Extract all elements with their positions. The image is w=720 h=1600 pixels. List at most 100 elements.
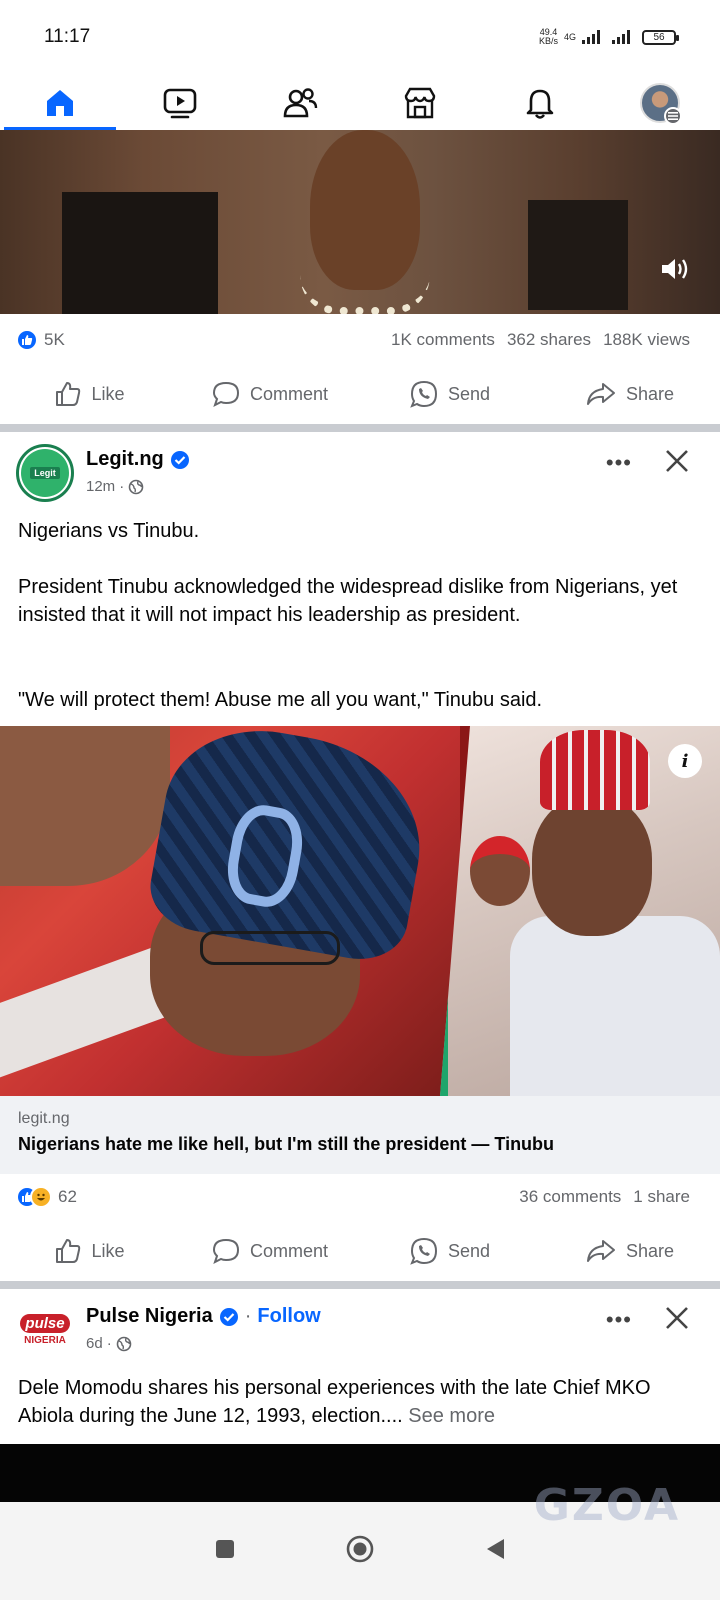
post-header: Legit Legit.ng 12m · ••• xyxy=(0,432,720,512)
back-button[interactable] xyxy=(484,1537,506,1566)
info-icon: i xyxy=(681,750,689,772)
video-player[interactable] xyxy=(0,130,720,314)
home-button[interactable] xyxy=(346,1535,374,1568)
status-time: 11:17 xyxy=(44,26,91,47)
post-action-row: Like Comment Send Share xyxy=(0,1223,720,1279)
tab-marketplace[interactable] xyxy=(360,76,480,130)
page-avatar[interactable]: pulse NIGERIA xyxy=(16,1301,74,1359)
like-button[interactable]: Like xyxy=(0,366,180,422)
send-button[interactable]: Send xyxy=(360,1223,540,1279)
follow-separator: · xyxy=(244,1305,252,1327)
reactions-count[interactable]: 62 xyxy=(58,1187,77,1207)
shares-count[interactable]: 1 share xyxy=(633,1187,690,1207)
comment-icon xyxy=(212,381,239,407)
post-separator xyxy=(0,1281,720,1289)
more-options-button[interactable]: ••• xyxy=(606,450,632,476)
post-body: Dele Momodu shares his personal experien… xyxy=(18,1377,651,1427)
avatar-logo-subtext: NIGERIA xyxy=(24,1335,66,1346)
profile-avatar xyxy=(640,83,682,125)
comments-count[interactable]: 1K comments xyxy=(391,330,495,350)
post-header: pulse NIGERIA Pulse Nigeria · Follow 6d … xyxy=(0,1289,720,1369)
post-time[interactable]: 6d xyxy=(86,1335,103,1352)
top-nav xyxy=(0,76,720,130)
haha-reaction-icon xyxy=(30,1186,52,1208)
home-icon xyxy=(47,90,73,116)
share-icon xyxy=(586,1240,615,1262)
page-name[interactable]: Legit.ng xyxy=(86,448,164,471)
link-preview-meta[interactable]: legit.ng Nigerians hate me like hell, bu… xyxy=(0,1096,720,1174)
hide-post-button[interactable] xyxy=(660,1301,694,1335)
status-icons: 49.4 KB/s 4G 56 xyxy=(539,28,679,46)
video-action-row: Like Comment Send Share xyxy=(0,366,720,422)
net-speed-unit: KB/s xyxy=(538,36,558,46)
whatsapp-icon xyxy=(410,1237,437,1265)
ad-info-button[interactable]: i xyxy=(668,744,702,778)
marketplace-icon xyxy=(404,87,436,119)
see-more-link[interactable]: See more xyxy=(408,1405,495,1427)
globe-icon xyxy=(116,1336,131,1351)
tab-notifications[interactable] xyxy=(480,76,600,130)
comments-count[interactable]: 36 comments xyxy=(519,1187,621,1207)
post-stats-row: 62 36 comments 1 share xyxy=(0,1172,720,1222)
back-triangle-icon xyxy=(487,1538,504,1559)
hide-post-button[interactable] xyxy=(660,444,694,478)
like-button[interactable]: Like xyxy=(0,1223,180,1279)
battery-icon: 56 xyxy=(642,29,679,45)
like-icon xyxy=(56,1239,81,1263)
comment-icon xyxy=(212,1238,239,1264)
page-avatar[interactable]: Legit xyxy=(16,444,74,502)
share-label: Share xyxy=(625,1240,675,1261)
friends-icon xyxy=(283,88,318,118)
facebook-feed-screen: 11:17 49.4 KB/s 4G 56 5K 1K comments 362… xyxy=(0,0,720,1600)
post-time[interactable]: 12m xyxy=(86,478,115,495)
send-button[interactable]: Send xyxy=(360,366,540,422)
close-icon xyxy=(666,450,688,472)
link-title: Nigerians hate me like hell, but I'm sti… xyxy=(18,1134,555,1154)
video-stats-row: 5K 1K comments 362 shares 188K views xyxy=(0,315,720,365)
link-preview-image[interactable]: i xyxy=(0,726,720,1096)
comment-label: Comment xyxy=(249,1240,329,1261)
share-button[interactable]: Share xyxy=(540,366,720,422)
more-options-button[interactable]: ••• xyxy=(606,1307,632,1333)
reactions-count[interactable]: 5K xyxy=(44,330,65,350)
views-count: 188K views xyxy=(603,330,690,349)
follow-button[interactable]: Follow xyxy=(257,1305,320,1328)
recents-button[interactable] xyxy=(214,1538,236,1565)
like-reaction-icon xyxy=(16,329,38,351)
share-icon xyxy=(586,383,615,405)
avatar-logo-text: Legit xyxy=(30,467,60,479)
tab-profile[interactable] xyxy=(600,76,720,130)
like-label: Like xyxy=(91,383,125,404)
like-icon xyxy=(56,382,81,406)
comment-button[interactable]: Comment xyxy=(180,366,360,422)
watermark-logo: GZOA xyxy=(533,1480,680,1531)
volume-icon xyxy=(662,259,688,279)
tab-friends[interactable] xyxy=(240,76,360,130)
share-button[interactable]: Share xyxy=(540,1223,720,1279)
globe-icon xyxy=(128,479,144,494)
circle-icon xyxy=(346,1535,374,1562)
send-label: Send xyxy=(447,383,491,404)
like-label: Like xyxy=(91,1240,125,1261)
bell-icon xyxy=(526,89,554,119)
battery-level: 56 xyxy=(653,31,665,43)
whatsapp-icon xyxy=(410,380,437,408)
post-text-paragraph: President Tinubu acknowledged the widesp… xyxy=(18,576,678,626)
post-text: Dele Momodu shares his personal experien… xyxy=(18,1374,698,1430)
net-speed: 49.4 KB/s xyxy=(539,28,558,46)
page-name[interactable]: Pulse Nigeria xyxy=(86,1305,213,1328)
comment-button[interactable]: Comment xyxy=(180,1223,360,1279)
avatar-logo-text: pulse xyxy=(20,1314,70,1333)
tab-home[interactable] xyxy=(0,76,120,130)
verified-badge-icon xyxy=(219,1307,238,1326)
post-text-line-1: Nigerians vs Tinubu. xyxy=(18,520,200,542)
network-type: 4G xyxy=(563,32,576,42)
link-domain: legit.ng xyxy=(18,1110,70,1127)
signal-icon xyxy=(582,30,600,44)
verified-badge-icon xyxy=(170,450,189,469)
shares-count[interactable]: 362 shares xyxy=(507,330,591,350)
send-label: Send xyxy=(447,1240,491,1261)
menu-badge-icon xyxy=(664,107,682,125)
tab-video[interactable] xyxy=(120,76,240,130)
volume-button[interactable] xyxy=(658,252,692,286)
